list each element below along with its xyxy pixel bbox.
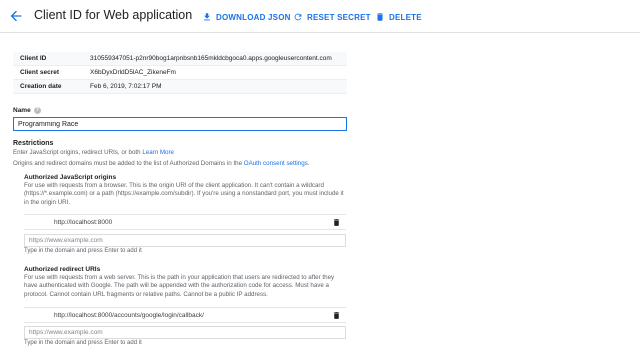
name-input[interactable] — [13, 117, 347, 131]
download-icon — [204, 13, 210, 21]
help-icon[interactable]: ? — [33, 107, 41, 114]
top-bar: Client ID for Web application DOWNLOAD J… — [0, 0, 640, 33]
creation-date-row: Creation date Feb 6, 2019, 7:02:17 PM — [13, 80, 347, 94]
creation-date-value: Feb 6, 2019, 7:02:17 PM — [90, 83, 162, 90]
name-field-label: Name ? — [13, 107, 41, 114]
download-json-label: DOWNLOAD JSON — [216, 12, 291, 22]
note-period: . — [307, 160, 310, 167]
client-id-value: 310559347051-p2nr90bog1arpnbsnb165mkldcb… — [90, 55, 332, 62]
reset-secret-button[interactable]: RESET SECRET — [293, 10, 371, 24]
client-secret-row: Client secret X6bDyxDrldD5lAC_ZikeneFm — [13, 66, 347, 80]
refresh-icon — [294, 13, 302, 21]
trash-icon — [377, 13, 383, 21]
learn-more-link[interactable]: Learn More — [142, 149, 174, 156]
js-origins-description: For use with requests from a browser. Th… — [24, 182, 344, 206]
delete-label: DELETE — [389, 12, 422, 22]
download-json-button[interactable]: DOWNLOAD JSON — [202, 10, 291, 24]
js-origin-uri-row: http://localhost:8000 — [24, 214, 346, 230]
restrictions-info: Enter JavaScript origins, redirect URIs,… — [13, 149, 174, 156]
client-secret-label: Client secret — [20, 69, 60, 76]
back-arrow-icon[interactable] — [8, 8, 24, 24]
js-origin-input[interactable] — [24, 234, 346, 247]
authorized-domains-text: Origins and redirect domains must be add… — [13, 160, 243, 167]
client-id-row: Client ID 310559347051-p2nr90bog1arpnbsn… — [13, 52, 347, 66]
restrictions-info-text: Enter JavaScript origins, redirect URIs,… — [13, 149, 141, 156]
redirect-uri[interactable]: http://localhost:8000/accounts/google/lo… — [54, 312, 204, 319]
page-title: Client ID for Web application — [34, 8, 193, 22]
restrictions-heading: Restrictions — [13, 140, 54, 147]
reset-secret-label: RESET SECRET — [307, 12, 371, 22]
redirect-uris-description: For use with requests from a web server.… — [24, 274, 335, 298]
oauth-consent-link[interactable]: OAuth consent settings — [244, 160, 308, 167]
redirect-uris-title: Authorized redirect URIs — [24, 266, 101, 273]
js-origin-hint: Type in the domain and press Enter to ad… — [24, 248, 142, 254]
js-origins-title: Authorized JavaScript origins — [24, 174, 117, 181]
name-label-text: Name — [13, 107, 31, 114]
delete-button[interactable]: DELETE — [375, 10, 422, 24]
redirect-uri-input[interactable] — [24, 326, 346, 339]
client-id-label: Client ID — [20, 55, 47, 62]
client-secret-value: X6bDyxDrldD5lAC_ZikeneFm — [90, 69, 176, 76]
creation-date-label: Creation date — [20, 83, 62, 90]
trash-icon[interactable] — [332, 311, 341, 320]
trash-icon[interactable] — [332, 218, 341, 227]
redirect-uri-row: http://localhost:8000/accounts/google/lo… — [24, 307, 346, 323]
client-info-table: Client ID 310559347051-p2nr90bog1arpnbsn… — [13, 52, 347, 94]
js-origin-uri[interactable]: http://localhost:8000 — [54, 219, 112, 226]
redirect-uri-hint: Type in the domain and press Enter to ad… — [24, 340, 142, 346]
authorized-domains-note: Origins and redirect domains must be add… — [13, 160, 310, 167]
